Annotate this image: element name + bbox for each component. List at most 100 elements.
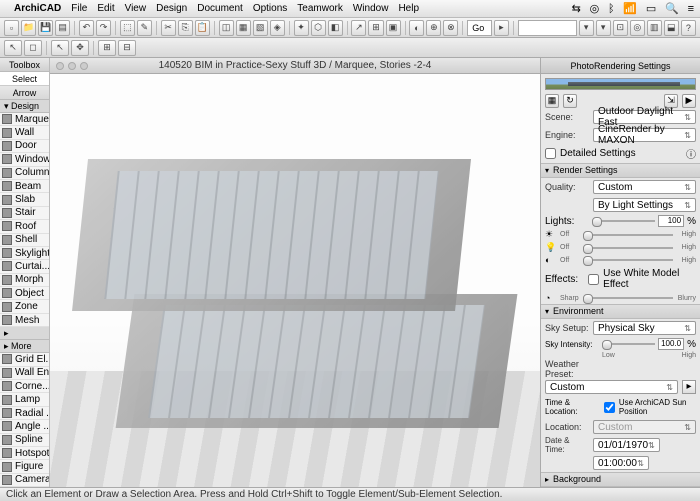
- tool-t[interactable]: ?: [681, 20, 696, 36]
- battery-icon[interactable]: ▭: [646, 3, 656, 15]
- tool-skylight[interactable]: Skylight: [0, 247, 49, 260]
- cut-button[interactable]: ✂: [161, 20, 176, 36]
- tool-f[interactable]: ⬡: [311, 20, 326, 36]
- tool-wallend[interactable]: Wall End: [0, 367, 49, 380]
- tool-door[interactable]: Door: [0, 140, 49, 153]
- toolbox-select[interactable]: Select: [0, 72, 49, 86]
- marquee-button[interactable]: ◻: [24, 40, 42, 56]
- sun-position-checkbox[interactable]: [604, 402, 615, 413]
- tool-roof[interactable]: Roof: [0, 220, 49, 233]
- search-field[interactable]: [518, 20, 577, 36]
- tool-beam[interactable]: Beam: [0, 180, 49, 193]
- open-button[interactable]: 📁: [21, 20, 36, 36]
- tool-n[interactable]: ▾: [579, 20, 594, 36]
- tool-slab[interactable]: Slab: [0, 193, 49, 206]
- date-field[interactable]: 01/01/1970: [593, 438, 660, 452]
- menu-file[interactable]: File: [71, 3, 87, 14]
- tool-e[interactable]: ✦: [294, 20, 309, 36]
- tool-mesh[interactable]: Mesh: [0, 314, 49, 327]
- weather-more-button[interactable]: ▸: [682, 380, 696, 394]
- tool-spline[interactable]: Spline: [0, 434, 49, 447]
- zoom-icon[interactable]: [80, 62, 88, 70]
- plot-button[interactable]: ▤: [55, 20, 70, 36]
- tool-q[interactable]: ◎: [630, 20, 645, 36]
- weather-select[interactable]: Custom: [545, 380, 678, 394]
- detailed-checkbox[interactable]: [545, 148, 556, 159]
- tool-camera[interactable]: Camera: [0, 474, 49, 487]
- paste-button[interactable]: 📋: [195, 20, 210, 36]
- tool-i[interactable]: ⊞: [368, 20, 383, 36]
- arrow-a[interactable]: ↖: [51, 40, 69, 56]
- tool-hotspot[interactable]: Hotspot: [0, 447, 49, 460]
- time-field[interactable]: 01:00:00: [593, 456, 649, 470]
- menu-icon[interactable]: ≡: [688, 3, 694, 15]
- wifi-icon[interactable]: ⇆: [572, 3, 581, 15]
- spotlight-icon[interactable]: 🔍: [665, 3, 679, 15]
- tool-window[interactable]: Window: [0, 153, 49, 166]
- tool-angle[interactable]: Angle ...: [0, 420, 49, 433]
- menu-help[interactable]: Help: [398, 3, 419, 14]
- tool-d[interactable]: ◈: [270, 20, 285, 36]
- blur-slider[interactable]: [583, 293, 673, 303]
- environment-section[interactable]: Environment: [541, 304, 700, 319]
- tool-figure[interactable]: Figure: [0, 460, 49, 473]
- tool-g[interactable]: ◧: [328, 20, 343, 36]
- copy-button[interactable]: ⎘: [178, 20, 193, 36]
- tool-o[interactable]: ▾: [596, 20, 611, 36]
- sky-setup-select[interactable]: Physical Sky: [593, 321, 696, 335]
- tool-zone[interactable]: Zone: [0, 300, 49, 313]
- minimize-icon[interactable]: [68, 62, 76, 70]
- menu-options[interactable]: Options: [253, 3, 287, 14]
- tool-object[interactable]: Object: [0, 287, 49, 300]
- whitemodel-checkbox[interactable]: [588, 274, 599, 285]
- close-icon[interactable]: [56, 62, 64, 70]
- tool-wall[interactable]: Wall: [0, 126, 49, 139]
- undo-button[interactable]: ↶: [79, 20, 94, 36]
- lights-slider[interactable]: [592, 216, 655, 226]
- sun-slider[interactable]: [583, 230, 673, 240]
- bt-icon[interactable]: ᛒ: [608, 3, 615, 15]
- tool-shell[interactable]: Shell: [0, 234, 49, 247]
- redo-button[interactable]: ↷: [96, 20, 111, 36]
- ambient-slider[interactable]: [583, 255, 673, 265]
- tool-b[interactable]: ▦: [236, 20, 251, 36]
- tool-lamp[interactable]: Lamp: [0, 393, 49, 406]
- tool-marquee[interactable]: Marquee: [0, 113, 49, 126]
- toolbox-arrow[interactable]: Arrow: [0, 86, 49, 100]
- scene-select[interactable]: Outdoor Daylight Fast: [593, 110, 696, 124]
- signal-icon[interactable]: 📶: [623, 3, 637, 15]
- sky-intensity-value[interactable]: 100.0: [658, 338, 684, 350]
- preview-size-button[interactable]: ▦: [545, 94, 559, 108]
- tool-r[interactable]: ▥: [647, 20, 662, 36]
- lamp-slider[interactable]: [583, 243, 673, 253]
- new-button[interactable]: ▫: [4, 20, 19, 36]
- menu-window[interactable]: Window: [353, 3, 389, 14]
- tool-curtain[interactable]: Curtai...: [0, 260, 49, 273]
- tool-radial[interactable]: Radial ...: [0, 407, 49, 420]
- tool-grid[interactable]: Grid El...: [0, 353, 49, 366]
- tool-p[interactable]: ⊡: [613, 20, 628, 36]
- tool-s[interactable]: ⬓: [664, 20, 679, 36]
- menu-design[interactable]: Design: [156, 3, 187, 14]
- lights-value[interactable]: 100: [658, 215, 684, 227]
- preview-refresh-button[interactable]: ↻: [563, 94, 577, 108]
- menu-view[interactable]: View: [125, 3, 147, 14]
- group-document[interactable]: ▸ Document: [0, 327, 49, 340]
- tool-h[interactable]: ↗: [351, 20, 366, 36]
- cursor-button[interactable]: ↖: [4, 40, 22, 56]
- tool-c[interactable]: ▧: [253, 20, 268, 36]
- tool-k[interactable]: ◐: [409, 20, 424, 36]
- arrow-b[interactable]: ✥: [71, 40, 89, 56]
- menu-document[interactable]: Document: [197, 3, 243, 14]
- background-section[interactable]: Background: [541, 472, 700, 487]
- group-more[interactable]: ▸ More: [0, 340, 49, 353]
- syringe-button[interactable]: ✎: [137, 20, 152, 36]
- save-button[interactable]: 💾: [38, 20, 53, 36]
- render-section[interactable]: Render Settings: [541, 163, 700, 178]
- go-button[interactable]: ▸: [494, 20, 509, 36]
- tool-corner[interactable]: Corne...: [0, 380, 49, 393]
- pick-button[interactable]: ⬚: [120, 20, 135, 36]
- quality-select[interactable]: Custom: [593, 180, 696, 194]
- mode-b[interactable]: ⊟: [118, 40, 136, 56]
- info-icon[interactable]: ⓘ: [686, 146, 696, 161]
